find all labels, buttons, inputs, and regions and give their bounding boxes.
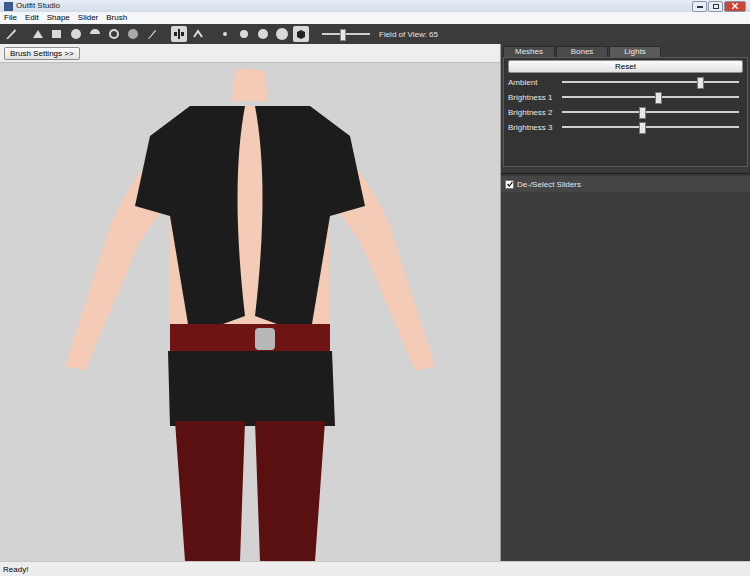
tool-icon bbox=[171, 26, 187, 42]
light-slider-row: Ambient bbox=[508, 76, 743, 88]
tool-icon bbox=[87, 26, 103, 42]
slider-track[interactable] bbox=[562, 96, 739, 98]
menu-item[interactable]: Shape bbox=[47, 12, 70, 24]
tool-button[interactable] bbox=[293, 26, 309, 42]
tool-button[interactable] bbox=[68, 26, 84, 42]
main-area: Brush Settings >> MeshesBonesLights Reset A… bbox=[0, 44, 750, 561]
menu-item[interactable]: Edit bbox=[25, 12, 39, 24]
tab-row: MeshesBonesLights bbox=[501, 44, 750, 57]
reset-button[interactable]: Reset bbox=[508, 60, 743, 73]
tool-icon bbox=[30, 26, 46, 42]
slider-label: Brightness 1 bbox=[508, 93, 558, 102]
lights-panel: Reset Ambient Brightness 1 Brightness 2 Brig… bbox=[503, 57, 748, 167]
fov-slider-thumb[interactable] bbox=[340, 29, 346, 41]
tool-button[interactable] bbox=[144, 26, 160, 42]
toolbar: Field of View: 65 bbox=[0, 24, 750, 44]
title-bar: Outfit Studio bbox=[0, 0, 750, 12]
tool-icon bbox=[106, 26, 122, 42]
fov-label: Field of View: 65 bbox=[379, 30, 438, 39]
tool-button[interactable] bbox=[255, 26, 271, 42]
tool-icon bbox=[274, 26, 290, 42]
tab[interactable]: Bones bbox=[556, 46, 608, 57]
model-figure bbox=[40, 66, 460, 561]
maximize-icon bbox=[713, 4, 719, 9]
maximize-button[interactable] bbox=[708, 1, 723, 12]
brush-row: Brush Settings >> bbox=[0, 44, 500, 63]
slider-track[interactable] bbox=[562, 111, 739, 113]
tool-icon bbox=[49, 26, 65, 42]
fov-slider[interactable] bbox=[322, 33, 370, 35]
slider-label: Brightness 3 bbox=[508, 123, 558, 132]
status-bar: Ready! bbox=[0, 561, 750, 576]
tool-icon bbox=[236, 26, 252, 42]
close-icon bbox=[732, 3, 738, 9]
tool-button[interactable] bbox=[236, 26, 252, 42]
tool-icon bbox=[217, 26, 233, 42]
minimize-button[interactable] bbox=[692, 1, 707, 12]
select-sliders-checkbox[interactable] bbox=[505, 180, 514, 189]
light-slider-row: Brightness 3 bbox=[508, 121, 743, 133]
tool-icon bbox=[68, 26, 84, 42]
tool-button[interactable] bbox=[190, 26, 206, 42]
menu-bar: File Edit Shape Slider Brush bbox=[0, 12, 750, 24]
menu-item[interactable]: Brush bbox=[106, 12, 127, 24]
viewport-3d[interactable] bbox=[0, 63, 500, 561]
close-button[interactable] bbox=[724, 1, 746, 12]
menu-item[interactable]: File bbox=[4, 12, 17, 24]
tool-button[interactable] bbox=[171, 26, 187, 42]
sliders-header: De-/Select Sliders bbox=[501, 176, 750, 192]
tool-button[interactable] bbox=[3, 26, 19, 42]
slider-thumb[interactable] bbox=[655, 92, 662, 104]
sliders-list bbox=[501, 192, 750, 561]
tool-button[interactable] bbox=[274, 26, 290, 42]
slider-label: Brightness 2 bbox=[508, 108, 558, 117]
light-slider-row: Brightness 2 bbox=[508, 106, 743, 118]
tool-icon bbox=[293, 26, 309, 42]
tool-button[interactable] bbox=[49, 26, 65, 42]
brush-settings-button[interactable]: Brush Settings >> bbox=[4, 47, 80, 60]
tab[interactable]: Lights bbox=[609, 46, 661, 57]
app-icon bbox=[4, 2, 13, 11]
menu-item[interactable]: Slider bbox=[78, 12, 98, 24]
tool-button[interactable] bbox=[217, 26, 233, 42]
tool-icon bbox=[125, 26, 141, 42]
app-window: Outfit StudioFile Edit Shape Slider Brush Fie… bbox=[0, 0, 750, 576]
tool-icon bbox=[255, 26, 271, 42]
right-pane: MeshesBonesLights Reset Ambient Brightness … bbox=[501, 44, 750, 561]
slider-track[interactable] bbox=[562, 81, 739, 83]
panel-separator bbox=[501, 167, 750, 174]
slider-thumb[interactable] bbox=[639, 107, 646, 119]
tab[interactable]: Meshes bbox=[503, 46, 555, 57]
slider-track[interactable] bbox=[562, 126, 739, 128]
slider-thumb[interactable] bbox=[639, 122, 646, 134]
tool-button[interactable] bbox=[87, 26, 103, 42]
select-sliders-label: De-/Select Sliders bbox=[517, 180, 581, 189]
slider-label: Ambient bbox=[508, 78, 558, 87]
tool-icon bbox=[3, 26, 19, 42]
slider-thumb[interactable] bbox=[697, 77, 704, 89]
tool-icon bbox=[144, 26, 160, 42]
tool-button[interactable] bbox=[106, 26, 122, 42]
light-slider-row: Brightness 1 bbox=[508, 91, 743, 103]
tool-button[interactable] bbox=[125, 26, 141, 42]
window-title: Outfit Studio bbox=[4, 0, 60, 12]
window-controls bbox=[692, 1, 746, 12]
check-icon bbox=[507, 181, 513, 187]
left-pane: Brush Settings >> bbox=[0, 44, 501, 561]
minimize-icon bbox=[697, 4, 703, 8]
tool-button[interactable] bbox=[30, 26, 46, 42]
tool-icon bbox=[190, 26, 206, 42]
